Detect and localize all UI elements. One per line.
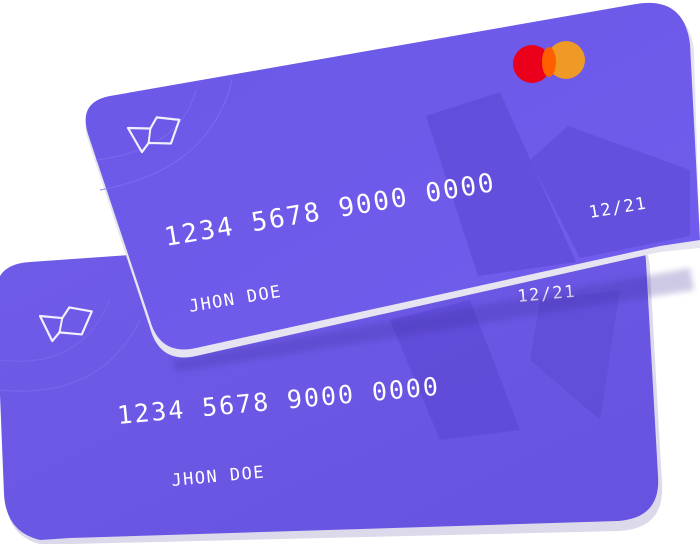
credit-cards-scene: 1234 5678 9000 0000 JHON DOE 12/21 1234 …	[0, 2, 700, 544]
mastercard-icon	[513, 41, 585, 83]
